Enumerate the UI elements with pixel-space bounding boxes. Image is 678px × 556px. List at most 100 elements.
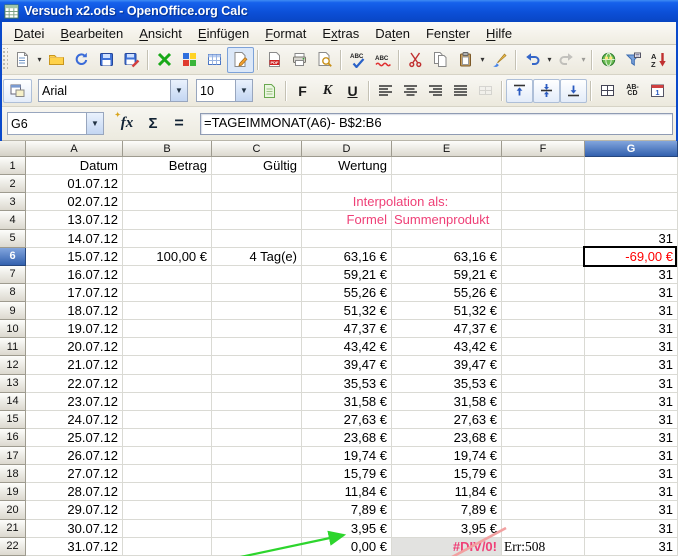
cell-A17[interactable]: 26.07.12 xyxy=(26,447,123,465)
cell-F13[interactable] xyxy=(502,375,585,393)
cell-E17[interactable]: 19,74 € xyxy=(392,447,502,465)
new-document-icon[interactable] xyxy=(10,48,35,72)
cell-A15[interactable]: 24.07.12 xyxy=(26,411,123,429)
cell-G12[interactable]: 31 xyxy=(585,356,678,374)
cell-G17[interactable]: 31 xyxy=(585,447,678,465)
cell-F14[interactable] xyxy=(502,393,585,411)
cell-G5[interactable]: 31 xyxy=(585,230,678,248)
menu-fenster[interactable]: Fenster xyxy=(418,24,478,43)
wrap-text-icon[interactable]: AB-CD xyxy=(620,79,645,103)
cell-G6[interactable]: -69,00 € xyxy=(585,248,678,266)
cell-C1[interactable]: Gültig xyxy=(212,157,302,175)
cell-C8[interactable] xyxy=(212,284,302,302)
edit-mode-icon[interactable] xyxy=(227,47,254,73)
cell-C5[interactable] xyxy=(212,230,302,248)
cell-F21[interactable] xyxy=(502,520,585,538)
cell-A16[interactable]: 25.07.12 xyxy=(26,429,123,447)
paste-icon[interactable] xyxy=(453,48,478,72)
cell-A13[interactable]: 22.07.12 xyxy=(26,375,123,393)
cell-E14[interactable]: 31,58 € xyxy=(392,393,502,411)
cell-F8[interactable] xyxy=(502,284,585,302)
menu-extras[interactable]: Extras xyxy=(314,24,367,43)
cell-B10[interactable] xyxy=(123,320,212,338)
row-header-4[interactable]: 4 xyxy=(0,211,26,229)
page-preview-icon[interactable] xyxy=(312,48,337,72)
align-left-icon[interactable] xyxy=(373,79,398,103)
cell-G1[interactable] xyxy=(585,157,678,175)
cell-F22[interactable]: Err:508 xyxy=(502,538,585,556)
cell-D15[interactable]: 27,63 € xyxy=(302,411,392,429)
cell-F2[interactable] xyxy=(502,175,585,193)
cell-F7[interactable] xyxy=(502,266,585,284)
cell-G2[interactable] xyxy=(585,175,678,193)
cell-D19[interactable]: 11,84 € xyxy=(302,483,392,501)
cell-C16[interactable] xyxy=(212,429,302,447)
cell-G13[interactable]: 31 xyxy=(585,375,678,393)
cell-E18[interactable]: 15,79 € xyxy=(392,465,502,483)
row-header-1[interactable]: 1 xyxy=(0,157,26,175)
cut-icon[interactable] xyxy=(403,48,428,72)
row-header-21[interactable]: 21 xyxy=(0,520,26,538)
cell-C22[interactable] xyxy=(212,538,302,556)
cell-F15[interactable] xyxy=(502,411,585,429)
cell-D17[interactable]: 19,74 € xyxy=(302,447,392,465)
cell-G21[interactable]: 31 xyxy=(585,520,678,538)
cell-A22[interactable]: 31.07.12 xyxy=(26,538,123,556)
cell-D18[interactable]: 15,79 € xyxy=(302,465,392,483)
cell-A18[interactable]: 27.07.12 xyxy=(26,465,123,483)
cell-C20[interactable] xyxy=(212,501,302,519)
cell-D8[interactable]: 55,26 € xyxy=(302,284,392,302)
cell-E22[interactable]: #DIV/0! xyxy=(392,538,502,556)
cell-F1[interactable] xyxy=(502,157,585,175)
formula-input-field[interactable] xyxy=(200,113,673,135)
font-name-dropdown[interactable]: ▼ xyxy=(170,80,187,101)
cell-E13[interactable]: 35,53 € xyxy=(392,375,502,393)
reload-icon[interactable] xyxy=(69,48,94,72)
menu-ansicht[interactable]: Ansicht xyxy=(131,24,190,43)
cell-F17[interactable] xyxy=(502,447,585,465)
cell-B19[interactable] xyxy=(123,483,212,501)
justify-icon[interactable] xyxy=(448,79,473,103)
cell-A10[interactable]: 19.07.12 xyxy=(26,320,123,338)
paste-dropdown[interactable]: ▾ xyxy=(478,55,487,64)
save-as-icon[interactable] xyxy=(119,48,144,72)
cell-E10[interactable]: 47,37 € xyxy=(392,320,502,338)
cell-G18[interactable]: 31 xyxy=(585,465,678,483)
save-icon[interactable] xyxy=(94,48,119,72)
cell-D14[interactable]: 31,58 € xyxy=(302,393,392,411)
column-header-F[interactable]: F xyxy=(502,141,585,157)
cell-A19[interactable]: 28.07.12 xyxy=(26,483,123,501)
sum-icon[interactable]: Σ xyxy=(140,112,166,136)
align-right-icon[interactable] xyxy=(423,79,448,103)
cell-B2[interactable] xyxy=(123,175,212,193)
cell-D12[interactable]: 39,47 € xyxy=(302,356,392,374)
cell-G14[interactable]: 31 xyxy=(585,393,678,411)
cell-G22[interactable]: 31 xyxy=(585,538,678,556)
row-header-14[interactable]: 14 xyxy=(0,393,26,411)
cell-G3[interactable] xyxy=(585,193,678,211)
cell-D10[interactable]: 47,37 € xyxy=(302,320,392,338)
cell-C17[interactable] xyxy=(212,447,302,465)
cell-G9[interactable]: 31 xyxy=(585,302,678,320)
row-header-20[interactable]: 20 xyxy=(0,501,26,519)
italic-icon[interactable]: K xyxy=(315,79,340,103)
autofilter-icon[interactable] xyxy=(621,48,646,72)
name-box-dropdown[interactable]: ▼ xyxy=(86,113,103,134)
cell-A2[interactable]: 01.07.12 xyxy=(26,175,123,193)
cell-B17[interactable] xyxy=(123,447,212,465)
align-top-icon[interactable] xyxy=(506,79,533,103)
cell-D20[interactable]: 7,89 € xyxy=(302,501,392,519)
row-header-15[interactable]: 15 xyxy=(0,411,26,429)
cell-F6[interactable] xyxy=(502,248,585,266)
cell-D16[interactable]: 23,68 € xyxy=(302,429,392,447)
cell-B3[interactable] xyxy=(123,193,212,211)
cell-B15[interactable] xyxy=(123,411,212,429)
cell-E1[interactable] xyxy=(392,157,502,175)
cell-B14[interactable] xyxy=(123,393,212,411)
cell-E20[interactable]: 7,89 € xyxy=(392,501,502,519)
cell-F5[interactable] xyxy=(502,230,585,248)
row-header-16[interactable]: 16 xyxy=(0,429,26,447)
font-size-dropdown[interactable]: ▼ xyxy=(235,80,252,101)
cell-E15[interactable]: 27,63 € xyxy=(392,411,502,429)
cell-C15[interactable] xyxy=(212,411,302,429)
